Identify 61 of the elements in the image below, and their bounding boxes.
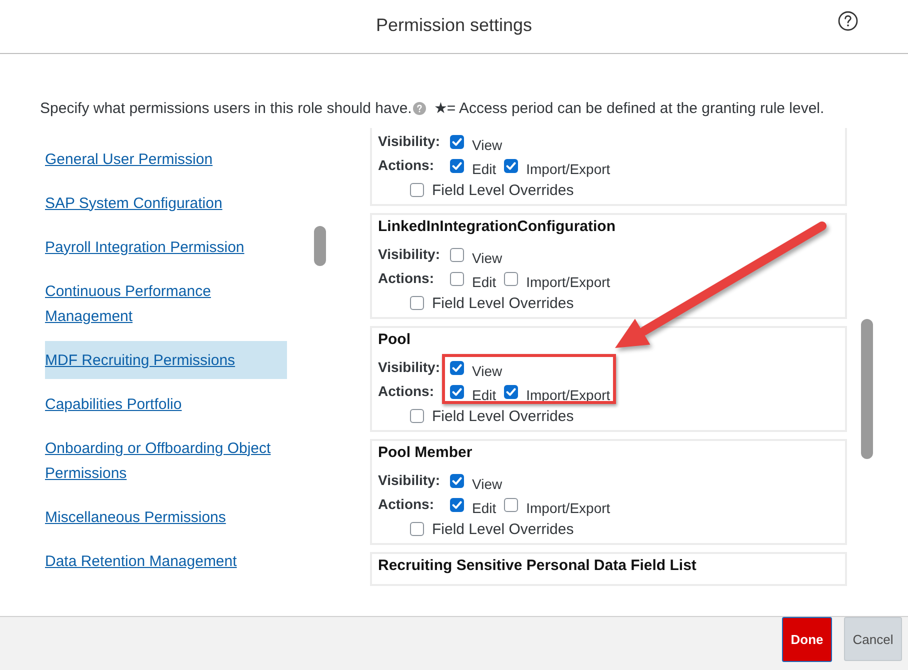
checkbox-label: Import/Export xyxy=(526,386,610,403)
checkbox-label: Field Level Overrides xyxy=(432,181,574,200)
checkbox-label: Import/Export xyxy=(526,273,610,290)
category-link[interactable]: Miscellaneous Permissions xyxy=(45,498,287,536)
checkbox[interactable] xyxy=(450,159,464,173)
checkbox-label: Field Level Overrides xyxy=(432,294,574,313)
checkbox-label: Edit xyxy=(472,160,496,177)
checkbox[interactable] xyxy=(410,409,424,423)
checkbox[interactable] xyxy=(450,272,464,286)
intro-text: Specify what permissions users in this role should have. xyxy=(40,100,412,116)
row-label: Visibility: xyxy=(378,132,441,151)
row-label: Actions: xyxy=(378,495,435,514)
checkbox-label: View xyxy=(472,249,502,266)
category-link[interactable]: SAP System Configuration xyxy=(45,184,287,222)
row-label: Visibility: xyxy=(378,358,441,377)
scrollbar-thumb[interactable] xyxy=(314,226,326,266)
checkbox[interactable] xyxy=(504,498,518,512)
checkbox-label: View xyxy=(472,475,502,492)
section-title: Pool xyxy=(378,330,412,350)
checkbox[interactable] xyxy=(504,272,518,286)
help-icon[interactable] xyxy=(838,11,858,31)
row-label: Actions: xyxy=(378,269,435,288)
done-button[interactable]: Done xyxy=(782,617,832,662)
intro-note: ★= Access period can be defined at the granting rule level. xyxy=(434,99,824,117)
category-link[interactable]: MDF Recruiting Permissions xyxy=(45,341,287,379)
checkbox[interactable] xyxy=(504,159,518,173)
dialog-title: Permission settings xyxy=(376,14,532,36)
checkbox-label: Edit xyxy=(472,386,496,403)
scrollbar-thumb[interactable] xyxy=(861,319,873,459)
checkbox[interactable] xyxy=(450,361,464,375)
checkbox[interactable] xyxy=(450,385,464,399)
checkbox-label: Import/Export xyxy=(526,499,610,516)
section-title: Pool Member xyxy=(378,443,474,463)
checkbox[interactable] xyxy=(450,248,464,262)
cancel-button[interactable]: Cancel xyxy=(844,617,902,661)
checkbox-label: View xyxy=(472,362,502,379)
checkbox[interactable] xyxy=(410,183,424,197)
checkbox-label: Field Level Overrides xyxy=(432,407,574,426)
checkbox[interactable] xyxy=(450,498,464,512)
section-title: LinkedInIntegrationConfiguration xyxy=(378,217,616,237)
checkbox-label: Edit xyxy=(472,273,496,290)
checkbox-label: Import/Export xyxy=(526,160,610,177)
row-label: Visibility: xyxy=(378,471,441,490)
checkbox-label: Field Level Overrides xyxy=(432,520,574,539)
checkbox[interactable] xyxy=(410,522,424,536)
checkbox[interactable] xyxy=(504,385,518,399)
checkbox[interactable] xyxy=(410,296,424,310)
row-label: Actions: xyxy=(378,156,435,175)
checkbox-label: Edit xyxy=(472,499,496,516)
row-label: Actions: xyxy=(378,382,435,401)
checkbox[interactable] xyxy=(450,135,464,149)
category-link[interactable]: Continuous Performance Management xyxy=(45,272,287,335)
row-label: Visibility: xyxy=(378,245,441,264)
category-link[interactable]: General User Permission xyxy=(45,140,287,178)
category-link[interactable]: Onboarding or Offboarding Object Permissions xyxy=(45,429,287,492)
section-title: Recruiting Sensitive Personal Data Field List xyxy=(378,556,698,576)
category-link[interactable]: Capabilities Portfolio xyxy=(45,385,287,423)
checkbox[interactable] xyxy=(450,474,464,488)
category-link[interactable]: Payroll Integration Permission xyxy=(45,228,287,266)
checkbox-label: View xyxy=(472,136,502,153)
category-link[interactable]: Data Retention Management xyxy=(45,542,287,580)
